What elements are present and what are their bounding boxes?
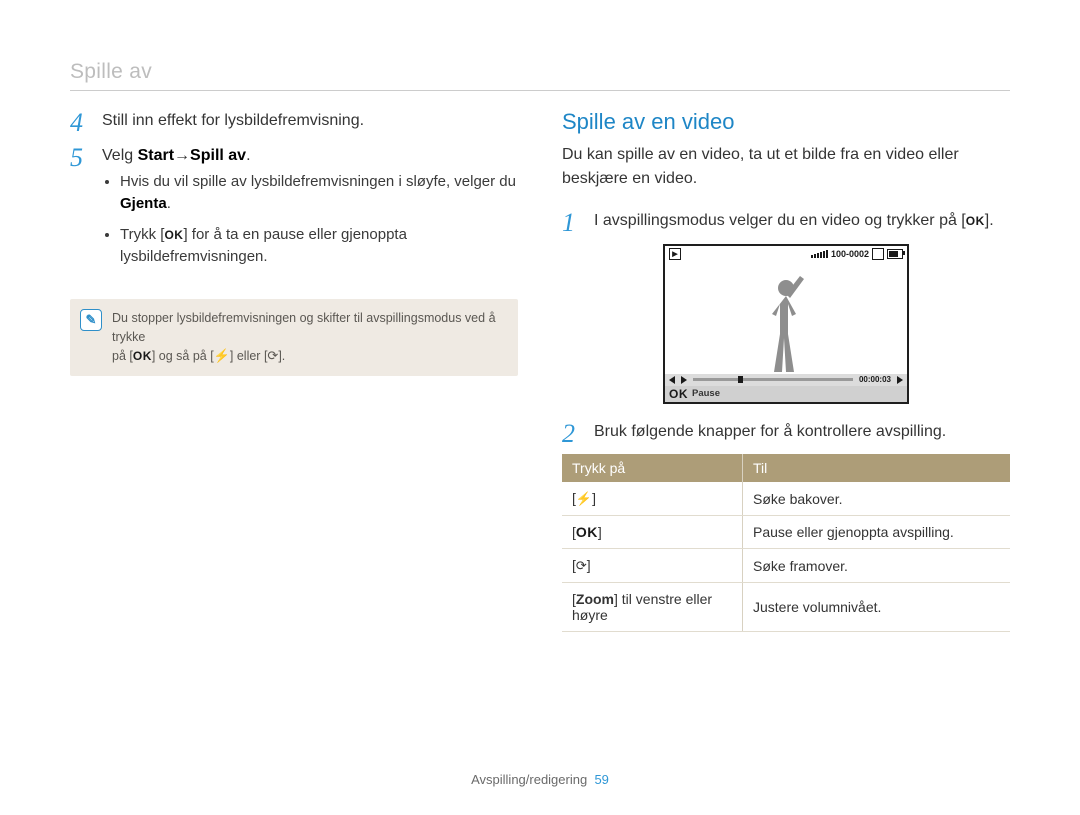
- flash-icon: ⚡: [576, 491, 592, 506]
- step-number: 1: [562, 209, 582, 238]
- step-1: 1 I avspillingsmodus velger du en video …: [562, 209, 1010, 238]
- th-press: Trykk på: [562, 454, 743, 482]
- two-column-layout: 4 Still inn effekt for lysbildefremvisni…: [70, 109, 1010, 632]
- note-icon: ✎: [80, 309, 102, 331]
- text: Trykk [: [120, 226, 164, 243]
- timer-icon: ⟳: [267, 348, 278, 363]
- card-icon: [872, 248, 884, 260]
- table-row: [OK] Pause eller gjenoppta avspilling.: [562, 516, 1010, 549]
- camera-lcd-mock: ▶ 100-0002: [663, 244, 909, 404]
- text: .: [167, 195, 171, 212]
- lcd-topbar: ▶ 100-0002: [665, 246, 907, 262]
- step-4: 4 Still inn effekt for lysbildefremvisni…: [70, 109, 518, 138]
- bullet-list: Hvis du vil spille av lysbildefremvisnin…: [102, 171, 518, 269]
- table-row: [Zoom] til venstre eller høyre Justere v…: [562, 583, 1010, 632]
- text: ] og så på [: [152, 349, 214, 363]
- step-text: I avspillingsmodus velger du en video og…: [594, 209, 1010, 238]
- lcd-canvas: [665, 262, 907, 374]
- table-row: [⚡] Søke bakover.: [562, 482, 1010, 516]
- note-box: ✎ Du stopper lysbildefremvisningen og sk…: [70, 299, 518, 376]
- status-label: Pause: [692, 388, 720, 399]
- cell-val: Justere volumnivået.: [743, 583, 1011, 632]
- play-icon: [681, 376, 687, 384]
- text: ] eller [: [230, 349, 268, 363]
- ok-icon: OK: [576, 524, 598, 540]
- right-column: Spille av en video Du kan spille av en v…: [562, 109, 1010, 632]
- bold: Spill av: [190, 147, 246, 164]
- text: på [: [112, 349, 133, 363]
- step-text: Still inn effekt for lysbildefremvisning…: [102, 109, 518, 138]
- ok-icon: OK: [164, 226, 183, 244]
- arrow-icon: →: [174, 144, 190, 167]
- ok-icon: OK: [966, 213, 985, 230]
- controls-table: Trykk på Til [⚡] Søke bakover. [OK] Paus…: [562, 454, 1010, 632]
- cell-val: Søke bakover.: [743, 482, 1011, 516]
- page: Spille av 4 Still inn effekt for lysbild…: [0, 0, 1080, 815]
- lcd-status-bar: OK Pause: [665, 386, 907, 402]
- bold: Zoom: [576, 591, 614, 607]
- play-mode-icon: ▶: [669, 248, 681, 260]
- cell-key: [Zoom] til venstre eller høyre: [562, 583, 743, 632]
- note-text: Du stopper lysbildefremvisningen og skif…: [112, 309, 506, 366]
- bold: Gjenta: [120, 195, 167, 212]
- intro-paragraph: Du kan spille av en video, ta ut et bild…: [562, 143, 1010, 191]
- subsection-heading: Spille av en video: [562, 109, 1010, 135]
- page-footer: Avspilling/redigering 59: [0, 772, 1080, 787]
- progress-track: [693, 378, 853, 381]
- list-item: Trykk [OK] for å ta en pause eller gjeno…: [120, 224, 518, 269]
- person-silhouette-icon: [756, 274, 816, 374]
- table-row: [⟳] Søke framover.: [562, 549, 1010, 583]
- text: Hvis du vil spille av lysbildefremvisnin…: [120, 173, 516, 190]
- step-number: 4: [70, 109, 90, 138]
- cell-key: [⚡]: [562, 482, 743, 516]
- timer-icon: ⟳: [576, 558, 587, 573]
- chapter-label: Avspilling/redigering: [471, 772, 587, 787]
- elapsed-time: 00:00:03: [859, 375, 891, 384]
- file-id: 100-0002: [831, 249, 869, 259]
- lcd-progress-bar: 00:00:03: [665, 374, 907, 386]
- rewind-icon: [669, 376, 675, 384]
- ok-icon: OK: [133, 347, 152, 365]
- step-text: Bruk følgende knapper for å kontrollere …: [594, 420, 1010, 449]
- section-header: Spille av: [70, 60, 1010, 84]
- signal-bars-icon: [811, 250, 828, 258]
- text: .: [246, 147, 250, 164]
- th-to: Til: [743, 454, 1011, 482]
- step-2: 2 Bruk følgende knapper for å kontroller…: [562, 420, 1010, 449]
- cell-key: [⟳]: [562, 549, 743, 583]
- cell-val: Søke framover.: [743, 549, 1011, 583]
- forward-icon: [897, 376, 903, 384]
- text: Velg: [102, 147, 138, 164]
- page-number: 59: [594, 772, 608, 787]
- step-text: Velg Start → Spill av. Hvis du vil spill…: [102, 144, 518, 277]
- battery-icon: [887, 249, 903, 259]
- cell-val: Pause eller gjenoppta avspilling.: [743, 516, 1011, 549]
- cell-key: [OK]: [562, 516, 743, 549]
- step-number: 2: [562, 420, 582, 449]
- flash-icon: ⚡: [214, 348, 230, 363]
- text: ].: [985, 212, 994, 229]
- header-rule: [70, 90, 1010, 91]
- ok-icon: OK: [669, 387, 688, 401]
- list-item: Hvis du vil spille av lysbildefremvisnin…: [120, 171, 518, 216]
- left-column: 4 Still inn effekt for lysbildefremvisni…: [70, 109, 518, 632]
- step-5: 5 Velg Start → Spill av. Hvis du vil spi…: [70, 144, 518, 277]
- text: ].: [278, 349, 285, 363]
- step-number: 5: [70, 144, 90, 277]
- bold: Start: [138, 147, 174, 164]
- text: Du stopper lysbildefremvisningen og skif…: [112, 311, 496, 344]
- text: I avspillingsmodus velger du en video og…: [594, 212, 966, 229]
